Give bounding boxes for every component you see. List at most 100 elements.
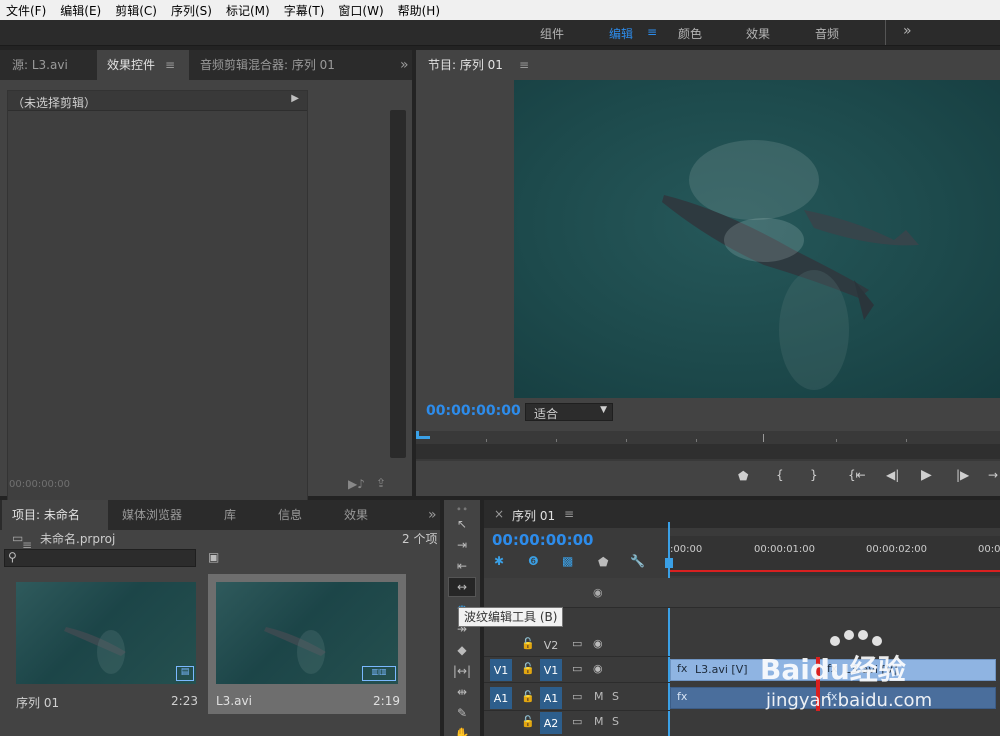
- sync-lock-icon[interactable]: ▭: [572, 637, 582, 650]
- close-icon[interactable]: ×: [494, 507, 504, 521]
- marker-icon[interactable]: ⬟: [738, 469, 748, 483]
- eye-icon[interactable]: ◉: [593, 637, 603, 650]
- sync-lock-icon[interactable]: ▭: [572, 715, 582, 728]
- wrench-icon[interactable]: 🔧: [630, 554, 645, 568]
- panel-overflow-icon[interactable]: »: [418, 500, 447, 530]
- hand-tool-icon[interactable]: ✋: [448, 724, 476, 736]
- program-monitor-panel: 节目: 序列 01 ≡ 00:00:00:00 适合 ▼ ⬟ { } {⇤ ◀| …: [416, 50, 1000, 496]
- tab-program[interactable]: 节目: 序列 01 ≡: [418, 50, 539, 80]
- menu-title[interactable]: 字幕(T): [284, 2, 325, 19]
- tab-menu-icon[interactable]: ≡: [165, 50, 175, 80]
- pen-tool-icon[interactable]: ✎: [448, 703, 476, 723]
- tab-sequence[interactable]: 序列 01: [512, 507, 555, 524]
- step-back-icon[interactable]: ◀|: [886, 468, 899, 482]
- menu-help[interactable]: 帮助(H): [398, 2, 440, 19]
- workspace-menu-icon[interactable]: ≡: [647, 25, 657, 39]
- go-to-in-icon[interactable]: {⇤: [848, 468, 866, 482]
- program-time-ruler[interactable]: [416, 431, 1000, 461]
- snap-icon[interactable]: ✱: [494, 554, 504, 568]
- no-clip-header: （未选择剪辑） ▶: [8, 91, 307, 111]
- linked-selection-icon[interactable]: ❻: [528, 554, 539, 568]
- rolling-edit-tool-icon[interactable]: ↔: [448, 577, 476, 597]
- menu-window[interactable]: 窗口(W): [338, 2, 383, 19]
- ruler-label: :00:00: [670, 544, 703, 555]
- menu-edit[interactable]: 编辑(E): [60, 2, 101, 19]
- track-target-a2[interactable]: A2: [540, 712, 562, 734]
- tab-effects[interactable]: 效果: [334, 500, 378, 530]
- lock-icon[interactable]: 🔓: [521, 715, 535, 728]
- play-icon[interactable]: ▶: [921, 467, 932, 483]
- project-search-input[interactable]: ⚲: [4, 549, 196, 567]
- tab-media-browser[interactable]: 媒体浏览器: [112, 500, 192, 530]
- whale-image: [662, 140, 919, 390]
- tab-menu-icon[interactable]: ≡: [519, 50, 529, 80]
- expand-triangle-icon[interactable]: ▶: [291, 93, 299, 104]
- sync-lock-icon[interactable]: ▭: [572, 662, 582, 675]
- project-item-clip[interactable]: ▥▥ L3.avi 2:19: [208, 574, 406, 714]
- menu-file[interactable]: 文件(F): [6, 2, 46, 19]
- track-target-a1[interactable]: A1: [540, 687, 562, 709]
- timeline-ruler[interactable]: :00:00 00:00:01:00 00:00:02:00 00:0: [668, 536, 1000, 576]
- panel-overflow-icon[interactable]: »: [390, 50, 419, 80]
- fit-zoom-dropdown[interactable]: 适合 ▼: [525, 403, 613, 421]
- add-marker-icon[interactable]: ▩: [562, 554, 573, 568]
- item-count: 2 个项: [402, 532, 438, 546]
- lock-icon[interactable]: 🔓: [521, 637, 535, 650]
- workspace-assembly[interactable]: 组件: [540, 25, 564, 42]
- track-target-v2[interactable]: V2: [540, 634, 562, 656]
- tab-audio-clip-mixer[interactable]: 音频剪辑混合器: 序列 01: [190, 50, 345, 80]
- program-playhead[interactable]: [416, 431, 430, 439]
- track-select-tool-icon[interactable]: ⇥: [448, 535, 476, 555]
- sync-lock-icon[interactable]: ▭: [572, 690, 582, 703]
- tab-project[interactable]: 项目: 未命名≡: [2, 500, 108, 552]
- razor-blade-icon[interactable]: ◆: [448, 640, 476, 660]
- effect-controls-scrollbar[interactable]: [390, 110, 406, 458]
- new-bin-icon[interactable]: ▣: [208, 550, 219, 564]
- workspace-editing[interactable]: 编辑: [609, 25, 633, 42]
- workspace-effects[interactable]: 效果: [746, 25, 770, 42]
- track-target-v1[interactable]: V1: [540, 659, 562, 681]
- slide-tool-icon[interactable]: ⇹: [448, 682, 476, 702]
- eye-icon[interactable]: ◉: [593, 662, 603, 675]
- tab-menu-icon[interactable]: ≡: [564, 507, 574, 521]
- workspace-audio[interactable]: 音频: [815, 25, 839, 42]
- tab-source[interactable]: 源: L3.avi: [2, 50, 78, 80]
- lock-icon[interactable]: 🔓: [521, 690, 535, 703]
- workspace-color[interactable]: 颜色: [678, 25, 702, 42]
- mute-button[interactable]: M: [594, 715, 604, 728]
- menu-marker[interactable]: 标记(M): [226, 2, 270, 19]
- slip-tool-icon[interactable]: |↔|: [448, 661, 476, 681]
- menu-clip[interactable]: 剪辑(C): [115, 2, 157, 19]
- program-timecode[interactable]: 00:00:00:00: [426, 403, 521, 419]
- ripple-edit-tool-icon[interactable]: ⇤: [448, 556, 476, 576]
- mark-out-icon[interactable]: }: [810, 468, 818, 482]
- lock-icon[interactable]: 🔓: [521, 662, 535, 675]
- item-duration: 2:19: [373, 694, 400, 708]
- mute-button[interactable]: M: [594, 690, 604, 703]
- track-header-v2: 🔓 V2 ▭ ◉: [484, 633, 670, 657]
- program-video-frame[interactable]: [514, 80, 1000, 398]
- eye-icon[interactable]: ◉: [593, 586, 603, 599]
- mark-in-icon[interactable]: {: [776, 468, 784, 482]
- timeline-playhead[interactable]: [665, 558, 673, 568]
- solo-button[interactable]: S: [612, 715, 619, 728]
- timeline-tabbar: × 序列 01 ≡: [484, 500, 1000, 528]
- project-item-sequence[interactable]: ▤ 序列 01 2:23: [8, 574, 204, 714]
- go-to-out-icon[interactable]: →: [988, 468, 998, 482]
- play-audio-icon[interactable]: ▶♪: [348, 477, 365, 491]
- timeline-timecode[interactable]: 00:00:00:00: [492, 531, 594, 549]
- workspace-overflow-icon[interactable]: »: [903, 23, 912, 39]
- ruler-label: 00:00:02:00: [866, 544, 928, 555]
- search-icon: ⚲: [8, 550, 17, 564]
- solo-button[interactable]: S: [612, 690, 619, 703]
- menu-sequence[interactable]: 序列(S): [171, 2, 212, 19]
- tab-info[interactable]: 信息: [268, 500, 312, 530]
- tab-effect-controls[interactable]: 效果控件 ≡: [97, 50, 189, 80]
- source-patch-a1[interactable]: A1: [490, 687, 512, 709]
- export-icon[interactable]: ⇪: [376, 476, 386, 490]
- tab-libraries[interactable]: 库: [214, 500, 246, 530]
- source-patch-v1[interactable]: V1: [490, 659, 512, 681]
- selection-tool-icon[interactable]: ↖: [448, 514, 476, 534]
- step-forward-icon[interactable]: |▶: [956, 468, 969, 482]
- marker-icon[interactable]: ⬟: [598, 555, 608, 569]
